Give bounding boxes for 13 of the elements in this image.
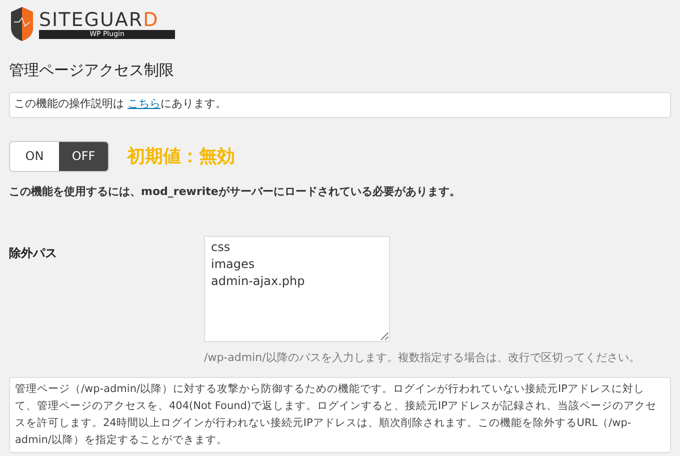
page-title: 管理ページアクセス制限: [9, 60, 175, 81]
toggle-option[interactable]: OFF: [59, 142, 108, 170]
shield-logo-icon: [9, 6, 35, 42]
logo-wordmark: SITEGUARD: [39, 10, 159, 30]
field-hint: /wp-admin/以降のパスを入力します。複数指定する場合は、改行で区切ってください。: [204, 350, 640, 366]
requirement-text: この機能を使用するには、mod_rewriteがサーバーにロードされている必要があります。: [9, 184, 462, 200]
description-text: 管理ページ（/wp-admin/以降）に対する攻撃から防御するための機能です。ログインが行われていない接続元IPアドレスに対して、管理ページのアクセスを、404(Not Found)で返します。ログインすると、接続元IPアドレスが記録され、当該ページのアクセスを許可します。24時間以上ログインが行われない接続元IPアドレスは、順次削除されます。この機能を除外するURL（/wp-admin/以降）を指定することができます。: [15, 382, 658, 448]
field-label: 除外パス: [9, 245, 58, 262]
exclude-path-field[interactable]: css images admin-ajax.php: [204, 236, 390, 342]
help-link[interactable]: こちら: [128, 97, 160, 110]
toggle-option[interactable]: ON: [10, 142, 59, 170]
default-value-note: 初期値：無効: [127, 144, 235, 168]
notice-text: この機能の操作説明は こちら にあります。: [14, 96, 226, 112]
